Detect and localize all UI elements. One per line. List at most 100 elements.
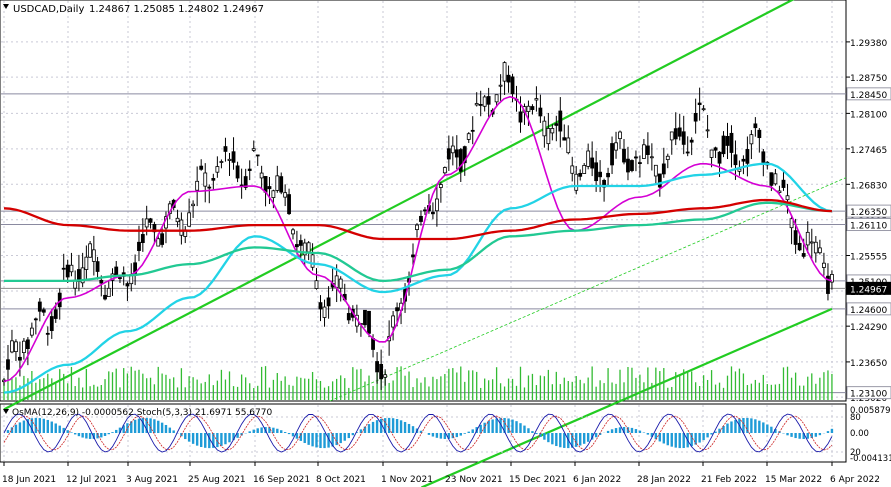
osma-bar — [323, 433, 326, 449]
time-tick-label: 23 Nov 2021 — [445, 475, 503, 485]
time-tick-label: 8 Oct 2021 — [316, 475, 366, 485]
indicator-label: OsMA(12,26,9) -0.0000562 Stoch(5,3,3) 21… — [12, 408, 272, 418]
osma-bar — [702, 433, 705, 441]
osma-bar — [280, 430, 283, 433]
candle-body — [45, 332, 50, 335]
candle-body — [614, 142, 618, 151]
candle-body — [526, 105, 531, 112]
osma-bar — [630, 427, 634, 433]
candle-body — [322, 306, 327, 318]
osma-bar — [283, 432, 287, 433]
level-label: 1.26110 — [850, 222, 887, 232]
candle-body — [454, 149, 459, 158]
candle-body — [638, 162, 642, 164]
candle-body — [207, 186, 212, 189]
chart-window: 0.0058792800.0020-0.004131 1.293801.2875… — [0, 0, 891, 487]
candle-body — [391, 315, 396, 328]
price-chart[interactable]: 0.0058792800.0020-0.004131 1.293801.2875… — [0, 0, 891, 487]
osma-bar — [50, 421, 53, 433]
candle-body — [219, 161, 224, 163]
candle-body — [37, 301, 42, 312]
candle-body — [379, 363, 384, 380]
candle-body — [538, 107, 543, 117]
osma-bar — [563, 433, 566, 448]
candle-body — [822, 262, 826, 268]
candle-body — [486, 96, 491, 105]
osma-bar — [463, 433, 466, 434]
candle-body — [546, 128, 551, 145]
osma-bar — [199, 433, 203, 448]
candle-body — [773, 173, 778, 185]
candle-body — [326, 297, 331, 307]
candle-body — [618, 131, 622, 140]
candle-body — [701, 108, 706, 111]
osma-bar — [70, 432, 73, 433]
candle-body — [371, 338, 375, 350]
level-label: 1.23100 — [850, 390, 887, 400]
osma-bar — [710, 433, 713, 435]
candle-body — [14, 341, 18, 352]
osma-bar — [770, 426, 773, 433]
osma-bar — [826, 431, 830, 433]
candle-body — [310, 254, 315, 268]
candle-body — [211, 178, 216, 181]
candle-body — [649, 156, 654, 159]
price-tick-label: 1.24290 — [850, 323, 887, 333]
candle-body — [18, 356, 22, 361]
candle-body — [279, 176, 284, 193]
candle-body — [195, 180, 200, 191]
candle-body — [817, 247, 822, 254]
candle-body — [641, 144, 646, 159]
candle-body — [562, 137, 567, 141]
osma-bar — [160, 422, 164, 433]
osma-bar — [519, 423, 522, 433]
osma-bar — [674, 433, 677, 448]
osma-bar — [431, 433, 435, 437]
candle-body — [677, 127, 682, 137]
osma-bar — [100, 433, 103, 438]
candle-body — [69, 264, 74, 273]
candle-body — [606, 172, 610, 178]
osma-bar — [610, 429, 614, 433]
osma-bar — [750, 418, 753, 433]
candle-body — [283, 192, 288, 198]
candle-body — [741, 158, 746, 162]
osma-bar — [786, 433, 789, 436]
osma-bar — [315, 433, 318, 448]
osma-bar — [111, 432, 114, 433]
candle-body — [801, 253, 806, 257]
candle-body — [41, 309, 46, 313]
candle-body — [53, 309, 58, 319]
osma-bar — [343, 433, 346, 441]
osma-bar — [690, 433, 693, 447]
price-tick-label: 1.28100 — [850, 110, 887, 120]
osma-bar — [347, 433, 350, 439]
osma-bar — [766, 424, 769, 433]
osma-bar — [531, 431, 534, 433]
candle-body — [482, 96, 487, 107]
candle-body — [653, 164, 658, 177]
candle-body — [84, 256, 89, 270]
candle-body — [255, 154, 260, 157]
candle-body — [558, 110, 563, 132]
candle-body — [681, 131, 686, 145]
candle-body — [419, 215, 423, 222]
osma-bar — [184, 433, 187, 440]
candle-body — [554, 123, 559, 126]
osma-bar — [535, 433, 538, 435]
candle-body — [626, 158, 630, 173]
candle-body — [729, 132, 734, 153]
candle-body — [466, 133, 471, 140]
osma-bar — [575, 433, 578, 447]
candle-body — [518, 111, 523, 123]
osma-bar — [758, 420, 761, 433]
candle-body — [745, 149, 750, 164]
osma-bar — [260, 427, 263, 433]
candle-body — [634, 156, 638, 159]
osma-bar — [435, 433, 439, 438]
time-tick-label: 18 Jun 2021 — [2, 475, 56, 485]
candle-body — [144, 218, 149, 228]
osma-bar — [367, 424, 371, 433]
osma-bar — [586, 433, 590, 442]
time-tick-label: 12 Jul 2021 — [66, 475, 117, 485]
